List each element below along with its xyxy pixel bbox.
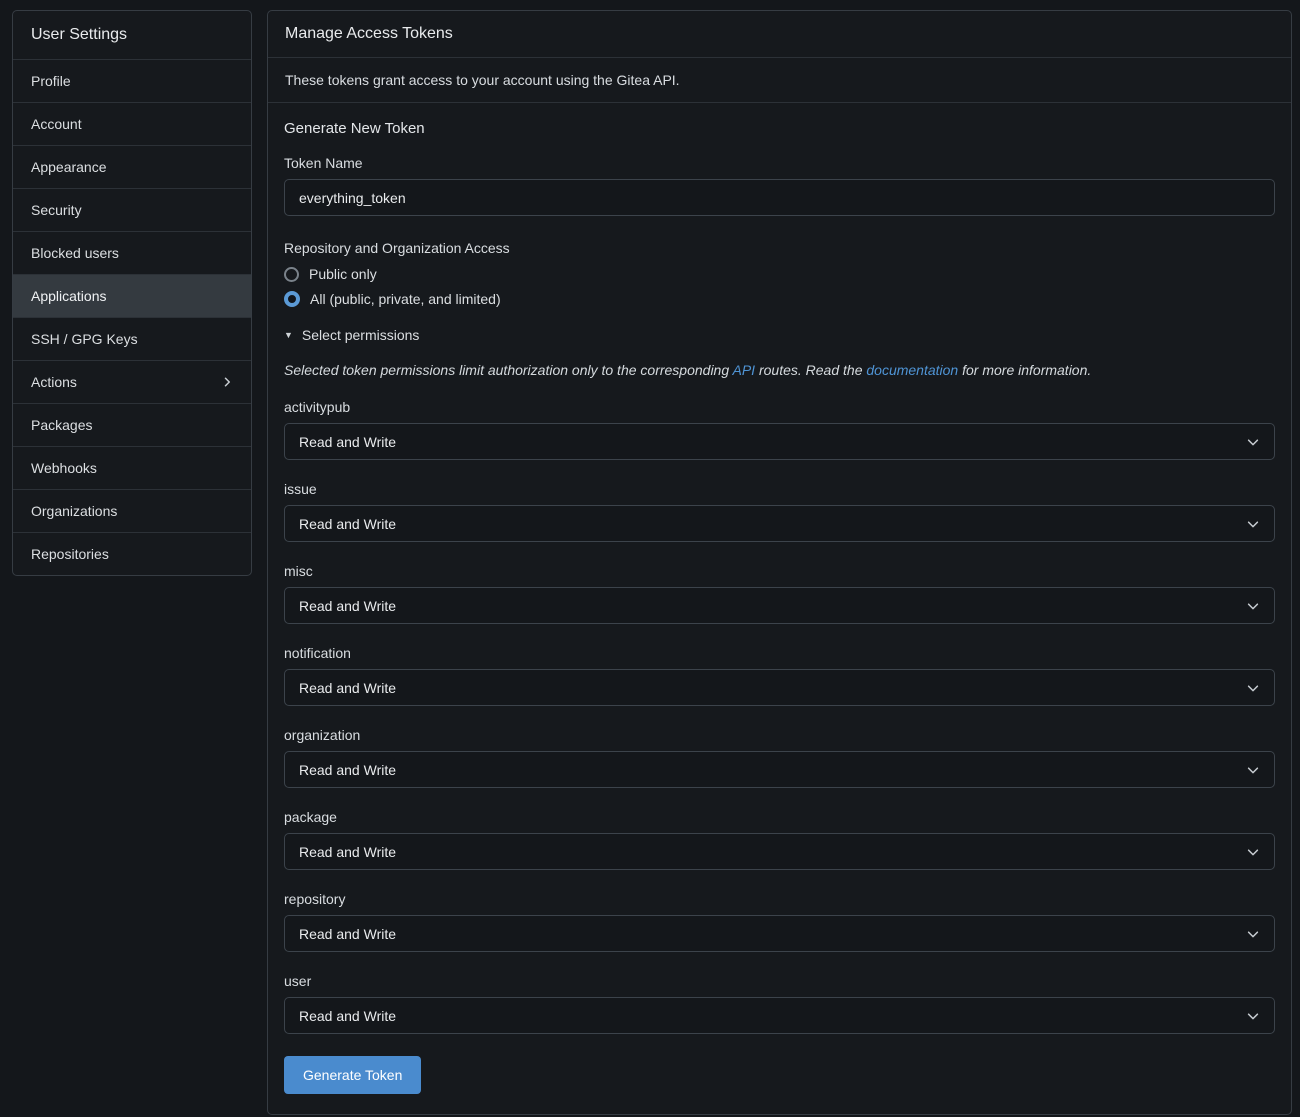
sidebar-item[interactable]: Security [13, 189, 251, 232]
sidebar-item-label: Security [31, 202, 82, 218]
permission-group: misc Read and Write [284, 563, 1275, 624]
sidebar-item-label: Repositories [31, 546, 109, 562]
sidebar-item[interactable]: Repositories [13, 533, 251, 575]
permission-group: repository Read and Write [284, 891, 1275, 952]
manage-tokens-panel: Manage Access Tokens These tokens grant … [267, 10, 1292, 1115]
sidebar-title: User Settings [13, 11, 251, 60]
panel-header: Manage Access Tokens [268, 11, 1291, 58]
documentation-link[interactable]: documentation [866, 362, 958, 378]
permission-select[interactable]: Read and Write [284, 505, 1275, 542]
sidebar-item[interactable]: Webhooks [13, 447, 251, 490]
sidebar-item-label: Packages [31, 417, 92, 433]
sidebar-item[interactable]: Account [13, 103, 251, 146]
sidebar-item[interactable]: SSH / GPG Keys [13, 318, 251, 361]
permission-scope-label: misc [284, 563, 1275, 579]
access-radio-label: All (public, private, and limited) [310, 291, 501, 307]
generate-new-token-title: Generate New Token [284, 120, 1275, 137]
chevron-down-icon [1246, 763, 1260, 777]
token-name-label: Token Name [284, 155, 1275, 171]
sidebar-item-label: Account [31, 116, 82, 132]
permission-group: package Read and Write [284, 809, 1275, 870]
note-text: Selected token permissions limit authori… [284, 362, 733, 378]
permission-group: notification Read and Write [284, 645, 1275, 706]
permission-scope-label: repository [284, 891, 1275, 907]
select-permissions-label: Select permissions [302, 327, 420, 343]
radio-icon [284, 291, 300, 307]
sidebar-item-label: Webhooks [31, 460, 97, 476]
access-radio-option[interactable]: Public only [284, 266, 377, 282]
chevron-down-icon [1246, 435, 1260, 449]
sidebar-item-label: SSH / GPG Keys [31, 331, 138, 347]
permission-select[interactable]: Read and Write [284, 833, 1275, 870]
permission-select[interactable]: Read and Write [284, 751, 1275, 788]
permission-select[interactable]: Read and Write [284, 669, 1275, 706]
permission-group: issue Read and Write [284, 481, 1275, 542]
permission-select-value: Read and Write [299, 516, 396, 532]
api-link[interactable]: API [733, 362, 756, 378]
access-radio-option[interactable]: All (public, private, and limited) [284, 291, 501, 307]
permission-scope-label: package [284, 809, 1275, 825]
panel-title: Manage Access Tokens [285, 25, 453, 42]
chevron-down-icon [1246, 927, 1260, 941]
sidebar-item-label: Appearance [31, 159, 107, 175]
permission-group: organization Read and Write [284, 727, 1275, 788]
permission-select-value: Read and Write [299, 844, 396, 860]
settings-page: User Settings Profile Account Appearance… [0, 0, 1300, 1117]
permission-select-value: Read and Write [299, 598, 396, 614]
token-name-input[interactable] [284, 179, 1275, 216]
permission-select[interactable]: Read and Write [284, 997, 1275, 1034]
sidebar-item[interactable]: Blocked users [13, 232, 251, 275]
sidebar-item-label: Profile [31, 73, 71, 89]
triangle-down-icon: ▼ [284, 330, 293, 340]
generate-token-button[interactable]: Generate Token [284, 1056, 421, 1094]
permission-select[interactable]: Read and Write [284, 915, 1275, 952]
settings-sidebar: User Settings Profile Account Appearance… [12, 10, 252, 576]
permissions-note: Selected token permissions limit authori… [284, 362, 1275, 378]
sidebar-item[interactable]: Organizations [13, 490, 251, 533]
sidebar-item-label: Applications [31, 288, 107, 304]
chevron-down-icon [1246, 1009, 1260, 1023]
chevron-right-icon [221, 376, 233, 388]
permission-select-value: Read and Write [299, 762, 396, 778]
permission-group: activitypub Read and Write [284, 399, 1275, 460]
permission-group: user Read and Write [284, 973, 1275, 1034]
permission-scope-label: organization [284, 727, 1275, 743]
sidebar-item[interactable]: Packages [13, 404, 251, 447]
permission-select[interactable]: Read and Write [284, 423, 1275, 460]
sidebar-item[interactable]: Appearance [13, 146, 251, 189]
access-radio-label: Public only [309, 266, 377, 282]
permission-scope-label: notification [284, 645, 1275, 661]
sidebar-item-label: Organizations [31, 503, 117, 519]
access-section-label: Repository and Organization Access [284, 240, 1275, 256]
sidebar-item[interactable]: Applications [13, 275, 251, 318]
generate-token-form: Generate New Token Token Name Repository… [268, 103, 1291, 1114]
chevron-down-icon [1246, 599, 1260, 613]
note-text: routes. Read the [755, 362, 866, 378]
radio-icon [284, 267, 299, 282]
permission-select-value: Read and Write [299, 434, 396, 450]
chevron-down-icon [1246, 517, 1260, 531]
sidebar-item[interactable]: Profile [13, 60, 251, 103]
sidebar-item-label: Blocked users [31, 245, 119, 261]
permission-scope-label: user [284, 973, 1275, 989]
permission-select-value: Read and Write [299, 1008, 396, 1024]
select-permissions-toggle[interactable]: ▼ Select permissions [284, 327, 419, 343]
permission-select[interactable]: Read and Write [284, 587, 1275, 624]
permission-select-value: Read and Write [299, 926, 396, 942]
note-text: for more information. [958, 362, 1091, 378]
permission-scope-label: activitypub [284, 399, 1275, 415]
chevron-down-icon [1246, 845, 1260, 859]
permission-scope-label: issue [284, 481, 1275, 497]
sidebar-item[interactable]: Actions [13, 361, 251, 404]
permission-select-value: Read and Write [299, 680, 396, 696]
panel-description: These tokens grant access to your accoun… [268, 58, 1291, 103]
sidebar-item-label: Actions [31, 374, 77, 390]
chevron-down-icon [1246, 681, 1260, 695]
